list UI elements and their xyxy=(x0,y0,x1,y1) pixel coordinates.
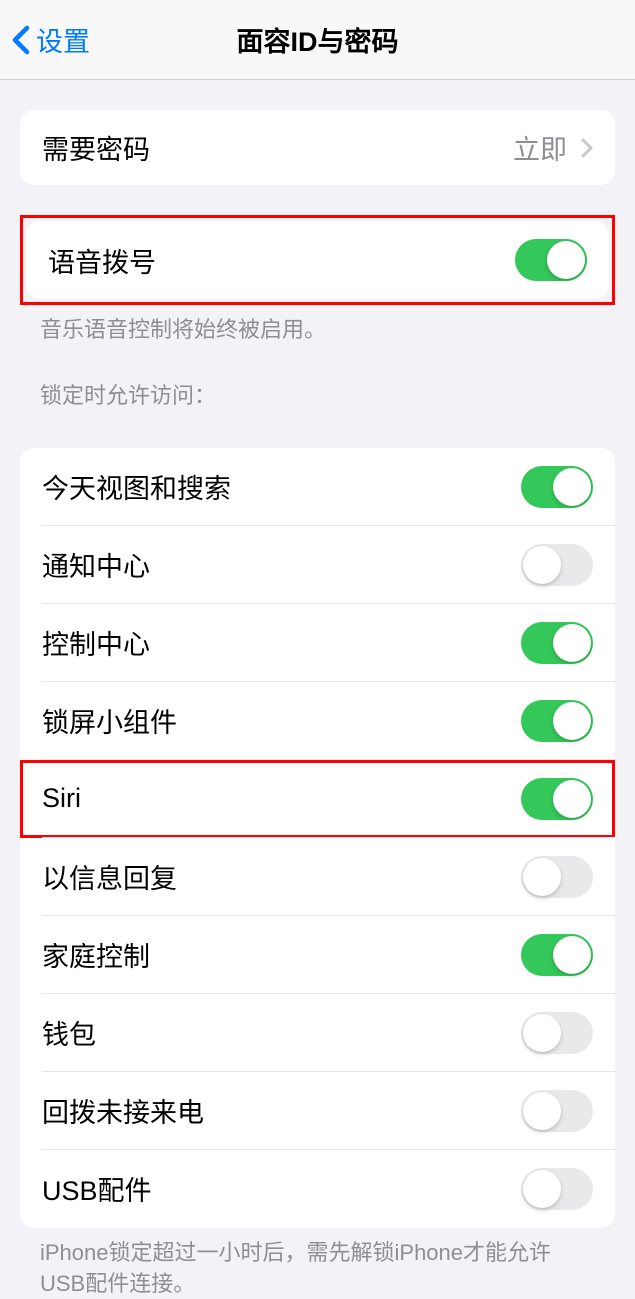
toggle-knob xyxy=(523,1092,561,1130)
back-label: 设置 xyxy=(36,20,90,59)
toggle-knob xyxy=(523,1170,561,1208)
require-passcode-group: 需要密码 立即 xyxy=(20,110,615,185)
toggle-knob xyxy=(553,780,591,818)
toggle-knob xyxy=(553,936,591,974)
toggle-knob xyxy=(523,546,561,584)
lock-access-label: Siri xyxy=(42,783,81,814)
lock-access-row: USB配件 xyxy=(20,1150,615,1228)
lock-access-label: 今天视图和搜索 xyxy=(42,467,231,506)
lock-access-label: 以信息回复 xyxy=(42,857,177,896)
lock-access-toggle[interactable] xyxy=(521,700,593,742)
lock-access-row: 钱包 xyxy=(20,994,615,1072)
lock-access-label: 家庭控制 xyxy=(42,935,150,974)
require-passcode-row[interactable]: 需要密码 立即 xyxy=(20,110,615,185)
require-passcode-label: 需要密码 xyxy=(42,128,150,167)
toggle-knob xyxy=(553,702,591,740)
require-passcode-value-wrap: 立即 xyxy=(513,128,593,167)
toggle-knob xyxy=(547,241,585,279)
lock-access-label: 钱包 xyxy=(42,1013,96,1052)
lock-access-label: 回拨未接来电 xyxy=(42,1091,204,1130)
toggle-knob xyxy=(523,1014,561,1052)
lock-access-footer: iPhone锁定超过一小时后，需先解锁iPhone才能允许USB配件连接。 xyxy=(0,1228,635,1299)
toggle-knob xyxy=(553,624,591,662)
toggle-knob xyxy=(523,858,561,896)
lock-access-toggle[interactable] xyxy=(521,856,593,898)
lock-access-row: 今天视图和搜索 xyxy=(20,448,615,526)
voice-dial-row: 语音拨号 xyxy=(26,221,609,299)
lock-access-toggle[interactable] xyxy=(521,934,593,976)
lock-access-row: 以信息回复 xyxy=(20,838,615,916)
lock-access-toggle[interactable] xyxy=(521,778,593,820)
lock-access-toggle[interactable] xyxy=(521,466,593,508)
voice-dial-footer: 音乐语音控制将始终被启用。 xyxy=(0,305,635,346)
chevron-left-icon xyxy=(12,25,30,55)
lock-access-toggle[interactable] xyxy=(521,544,593,586)
back-button[interactable]: 设置 xyxy=(0,20,90,59)
lock-access-label: 锁屏小组件 xyxy=(42,701,177,740)
voice-dial-highlight: 语音拨号 xyxy=(20,215,615,305)
lock-access-label: USB配件 xyxy=(42,1169,152,1208)
lock-access-row: 锁屏小组件 xyxy=(20,682,615,760)
lock-access-header: 锁定时允许访问： xyxy=(0,346,635,418)
lock-access-label: 通知中心 xyxy=(42,545,150,584)
lock-access-toggle[interactable] xyxy=(521,1168,593,1210)
lock-access-row: 控制中心 xyxy=(20,604,615,682)
page-title: 面容ID与密码 xyxy=(237,20,399,59)
lock-access-toggle[interactable] xyxy=(521,1090,593,1132)
nav-header: 设置 面容ID与密码 xyxy=(0,0,635,80)
lock-access-row: 回拨未接来电 xyxy=(20,1072,615,1150)
lock-access-row: 通知中心 xyxy=(20,526,615,604)
lock-access-group: 今天视图和搜索通知中心控制中心锁屏小组件 Siri 以信息回复家庭控制钱包回拨未接来… xyxy=(20,448,615,1228)
voice-dial-label: 语音拨号 xyxy=(48,241,156,280)
lock-access-row: Siri xyxy=(20,760,615,838)
chevron-right-icon xyxy=(581,138,593,158)
toggle-knob xyxy=(553,468,591,506)
lock-access-label: 控制中心 xyxy=(42,623,150,662)
require-passcode-value: 立即 xyxy=(513,128,567,167)
lock-access-row: 家庭控制 xyxy=(20,916,615,994)
voice-dial-toggle[interactable] xyxy=(515,239,587,281)
lock-access-toggle[interactable] xyxy=(521,1012,593,1054)
lock-access-toggle[interactable] xyxy=(521,622,593,664)
